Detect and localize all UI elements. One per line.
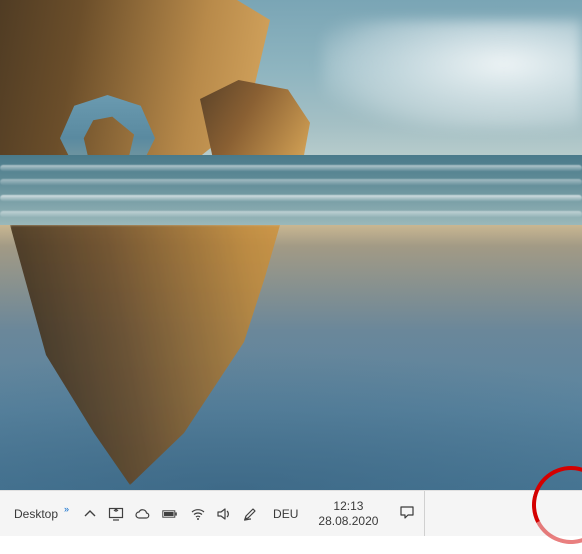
wifi-button[interactable] — [185, 506, 211, 522]
project-screen-icon — [108, 506, 124, 522]
clock-date: 28.08.2020 — [318, 514, 378, 529]
wallpaper-cloud — [322, 20, 582, 130]
clock-time: 12:13 — [318, 499, 378, 514]
show-desktop-button[interactable] — [424, 491, 430, 536]
desktop-toolbar-label[interactable]: Desktop — [0, 507, 64, 521]
onedrive-button[interactable] — [129, 506, 155, 522]
speaker-icon — [216, 506, 232, 522]
windows-ink-button[interactable] — [237, 506, 263, 522]
desktop-wallpaper[interactable] — [0, 0, 582, 490]
wifi-icon — [190, 506, 206, 522]
wallpaper-ocean — [0, 155, 582, 225]
language-indicator[interactable]: DEU — [263, 507, 308, 521]
chevron-up-icon — [82, 506, 98, 522]
volume-button[interactable] — [211, 506, 237, 522]
tray-overflow-button[interactable] — [77, 506, 103, 522]
battery-button[interactable] — [155, 506, 185, 522]
battery-icon — [162, 506, 178, 522]
clock-button[interactable]: 12:13 28.08.2020 — [308, 499, 388, 529]
cloud-icon — [134, 506, 150, 522]
project-screen-button[interactable] — [103, 506, 129, 522]
desktop-toolbar-expand-icon[interactable]: » — [64, 504, 77, 514]
action-center-button[interactable] — [390, 504, 424, 523]
notification-bubble-icon — [399, 504, 415, 523]
taskbar: Desktop » DEU 12:13 — [0, 490, 582, 536]
pen-icon — [242, 506, 258, 522]
